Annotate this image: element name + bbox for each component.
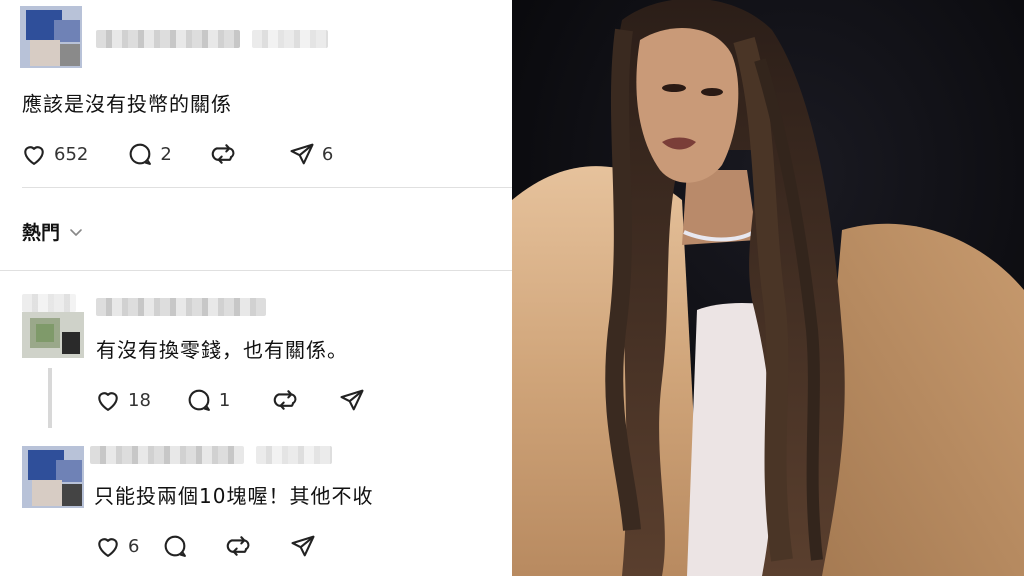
repost-button[interactable] (272, 386, 300, 414)
comment-icon (130, 143, 152, 165)
reply-text: 有沒有換零錢，也有關係。 (96, 338, 348, 362)
avatar[interactable] (22, 446, 84, 508)
like-count: 652 (54, 143, 89, 165)
sort-label: 熱門 (22, 222, 61, 244)
reply-actions: 6 (94, 532, 339, 560)
chevron-down-icon (70, 228, 82, 236)
repost-icon (211, 144, 235, 164)
comment-button[interactable]: 1 (185, 386, 230, 414)
portrait-photo (512, 0, 1024, 576)
post-text: 應該是沒有投幣的關係 (22, 92, 232, 116)
comment-button[interactable] (161, 532, 189, 560)
avatar[interactable] (20, 6, 82, 68)
like-button[interactable]: 6 (94, 532, 139, 560)
comment-count: 1 (218, 389, 231, 411)
like-button[interactable]: 652 (20, 140, 88, 168)
share-count: 6 (321, 143, 334, 165)
share-button[interactable] (338, 386, 366, 414)
thread-line (48, 368, 52, 428)
share-icon (340, 389, 364, 411)
username-blurred[interactable] (96, 30, 240, 48)
repost-button[interactable] (210, 140, 238, 168)
sort-dropdown[interactable]: 熱門 (22, 218, 84, 245)
repost-icon (227, 536, 250, 556)
reply-actions: 18 1 (94, 386, 388, 414)
comment-count: 2 (160, 143, 172, 165)
reply-text: 只能投兩個10塊喔！其他不收 (94, 484, 374, 508)
share-icon (291, 535, 316, 557)
heart-icon (98, 392, 118, 411)
divider (0, 270, 512, 271)
timestamp-blurred (256, 446, 332, 464)
comment-button[interactable]: 2 (126, 140, 172, 168)
reply-username-blurred[interactable] (96, 298, 266, 316)
comment-icon (165, 535, 187, 557)
like-count: 18 (128, 389, 151, 411)
heart-icon (24, 146, 44, 165)
share-button[interactable] (289, 532, 317, 560)
timestamp-blurred (252, 30, 328, 48)
post-actions: 652 2 6 (20, 140, 355, 168)
heart-icon (98, 538, 118, 557)
repost-icon (274, 390, 297, 410)
comment-icon (188, 389, 210, 411)
like-button[interactable]: 18 (94, 386, 151, 414)
share-icon (290, 143, 314, 165)
repost-button[interactable] (225, 532, 253, 560)
reply-username-blurred[interactable] (90, 446, 244, 464)
avatar[interactable] (22, 312, 84, 358)
threads-panel: 應該是沒有投幣的關係 652 2 6 熱門 有沒有換零錢，也有關係。 18 1 … (0, 0, 512, 576)
divider (22, 187, 512, 188)
like-count: 6 (128, 535, 140, 557)
photo-panel (512, 0, 1024, 576)
share-button[interactable]: 6 (288, 140, 333, 168)
reply-username-blurred (22, 294, 76, 312)
